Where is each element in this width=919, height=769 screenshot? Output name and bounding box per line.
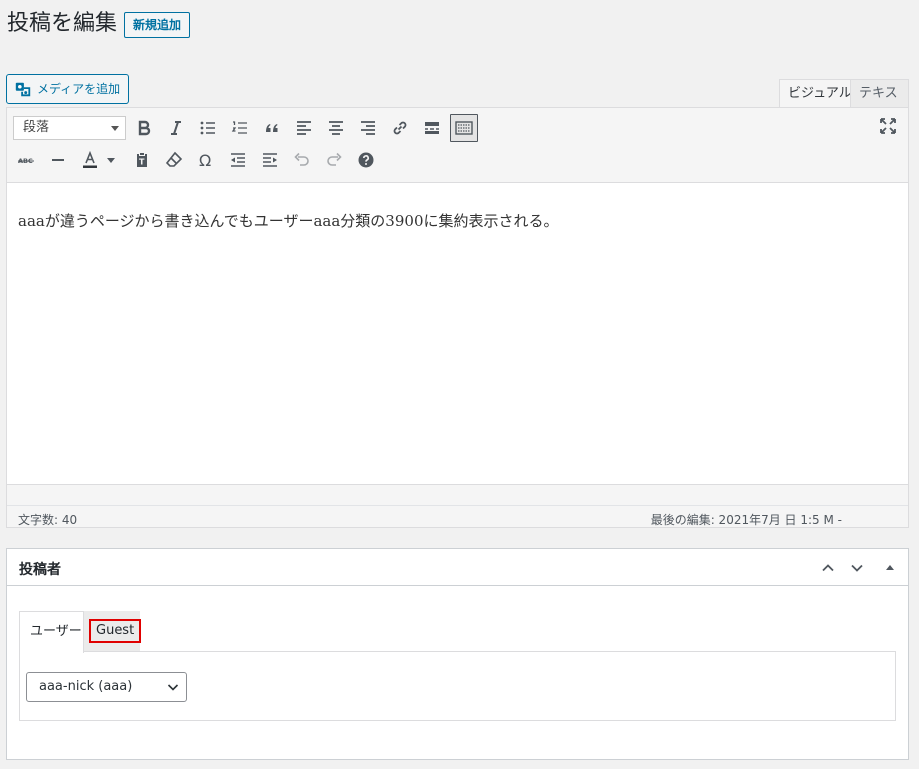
align-right-icon[interactable] (354, 114, 382, 142)
chevron-down-icon (111, 126, 119, 131)
page-title: 投稿を編集 (7, 11, 118, 36)
status-divider (7, 505, 908, 506)
bold-icon[interactable] (130, 114, 158, 142)
paste-text-icon[interactable]: T (128, 146, 156, 174)
last-edited: 最後の編集: 2021年7月 日 1:5 M - (650, 513, 842, 527)
italic-icon[interactable] (162, 114, 190, 142)
tab-text[interactable]: テキスト (850, 79, 909, 128)
add-media-button[interactable]: メディアを追加 (6, 74, 130, 104)
postbox-title: 投稿者 (19, 562, 61, 578)
media-icon (13, 79, 33, 99)
bullet-list-icon[interactable] (194, 114, 222, 142)
strikethrough-icon[interactable]: ABC (12, 146, 40, 174)
format-select[interactable]: 段落 (13, 116, 126, 140)
word-count: 文字数: 40 (18, 513, 78, 527)
blockquote-icon[interactable] (258, 114, 286, 142)
editor-toolbar: 段落 ABC T Ω (6, 107, 909, 183)
horizontal-line-icon[interactable] (44, 146, 72, 174)
align-left-icon[interactable] (290, 114, 318, 142)
outdent-icon[interactable] (224, 146, 252, 174)
move-down-icon[interactable] (845, 556, 869, 580)
add-new-button[interactable]: 新規追加 (124, 12, 191, 38)
indent-icon[interactable] (256, 146, 284, 174)
svg-text:Ω: Ω (199, 151, 211, 169)
redo-icon[interactable] (320, 146, 348, 174)
tab-user[interactable]: ユーザー (19, 611, 84, 653)
editor-content[interactable]: aaaが違うページから書き込んでもユーザーaaa分類の3900に集約表示される。 (6, 183, 909, 484)
text-color-dropdown[interactable] (104, 146, 118, 174)
post-content-text: aaaが違うページから書き込んでもユーザーaaa分類の3900に集約表示される。 (18, 212, 559, 230)
svg-text:T: T (139, 158, 145, 167)
editor-status-bar: 文字数: 40 最後の編集: 2021年7月 日 1:5 M - (6, 484, 909, 528)
author-select-value: aaa-nick (aaa) (39, 679, 133, 694)
link-icon[interactable] (386, 114, 414, 142)
text-color-icon[interactable] (76, 146, 104, 174)
tab-visual[interactable]: ビジュアル (779, 79, 861, 108)
user-tab-panel: aaa-nick (aaa) (19, 651, 896, 721)
fullscreen-icon[interactable] (874, 112, 902, 140)
format-select-value: 段落 (23, 120, 50, 135)
undo-icon[interactable] (288, 146, 316, 174)
chevron-down-icon (167, 684, 179, 691)
toolbar-toggle-icon[interactable] (450, 114, 478, 142)
add-media-label: メディアを追加 (37, 82, 121, 96)
numbered-list-icon[interactable] (226, 114, 254, 142)
collapse-toggle-icon[interactable] (878, 556, 902, 580)
postbox-header: 投稿者 (7, 549, 908, 586)
author-select[interactable]: aaa-nick (aaa) (26, 672, 187, 702)
special-character-icon[interactable]: Ω (192, 146, 220, 174)
tab-guest[interactable]: Guest (84, 611, 142, 653)
editor-header: メディアを追加 ビジュアル テキスト (6, 52, 909, 128)
guest-tab-label: Guest (89, 619, 142, 643)
help-icon[interactable] (352, 146, 380, 174)
clear-formatting-icon[interactable] (160, 146, 188, 174)
move-up-icon[interactable] (816, 556, 840, 580)
author-postbox: 投稿者 ユーザー Guest aaa-nick (aaa) (6, 548, 909, 760)
post-editor: メディアを追加 ビジュアル テキスト 段落 (6, 52, 909, 528)
align-center-icon[interactable] (322, 114, 350, 142)
read-more-icon[interactable] (418, 114, 446, 142)
